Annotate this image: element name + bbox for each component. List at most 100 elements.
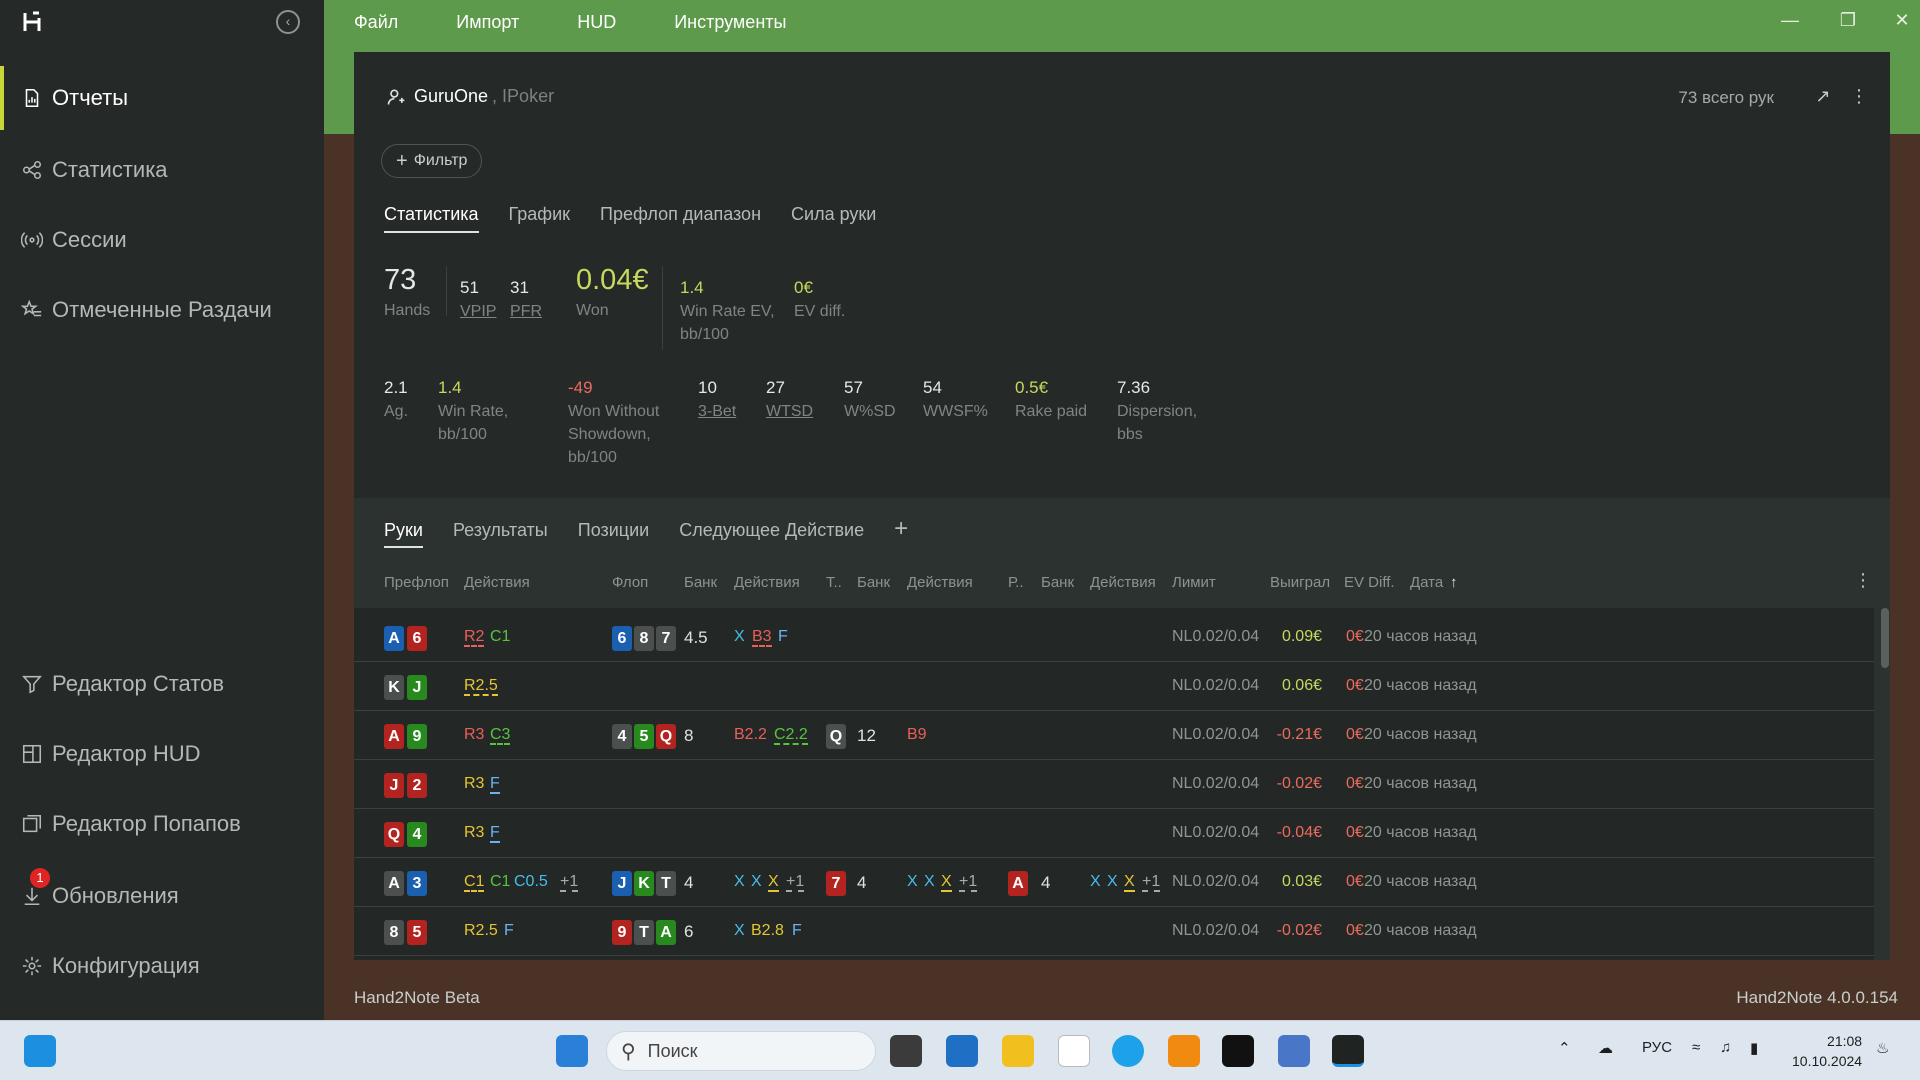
col-actions-river[interactable]: Действия bbox=[1090, 574, 1156, 591]
flop-bank: 6 bbox=[684, 922, 694, 941]
task-view-icon[interactable] bbox=[890, 1035, 922, 1067]
col-actions-turn[interactable]: Действия bbox=[907, 574, 973, 591]
restore-icon[interactable]: ❐ bbox=[1836, 10, 1860, 34]
close-icon[interactable]: ✕ bbox=[1890, 10, 1914, 34]
table-row[interactable]: K J R2.5 NL0.02/0.04 0.06€ 0€ 20 часов н… bbox=[354, 663, 1874, 711]
tab-hand-strength[interactable]: Сила руки bbox=[791, 204, 876, 233]
preflop-action: R3 bbox=[464, 775, 485, 792]
folder-icon[interactable] bbox=[1002, 1035, 1034, 1067]
menu-tools[interactable]: Инструменты bbox=[674, 12, 786, 33]
divider bbox=[662, 266, 663, 350]
river-bank: 4 bbox=[1041, 873, 1051, 892]
col-turn[interactable]: Т.. bbox=[826, 574, 842, 591]
sidebar-item-configuration[interactable]: Конфигурация bbox=[0, 934, 324, 998]
preflop-action: +1 bbox=[560, 873, 579, 892]
hole-card: J bbox=[384, 773, 404, 798]
col-preflop[interactable]: Префлоп bbox=[384, 574, 449, 591]
onedrive-icon[interactable]: ☁ bbox=[1598, 1039, 1613, 1057]
col-limit[interactable]: Лимит bbox=[1172, 574, 1216, 591]
external-link-icon[interactable]: ↗ bbox=[1812, 86, 1834, 108]
battery-icon[interactable]: ▮ bbox=[1750, 1039, 1758, 1057]
sidebar-item-updates[interactable]: 1 Обновления bbox=[0, 864, 324, 928]
col-actions-preflop[interactable]: Действия bbox=[464, 574, 530, 591]
hand-date: 20 часов назад bbox=[1364, 922, 1477, 939]
scrollbar-thumb[interactable] bbox=[1881, 608, 1889, 668]
minimize-icon[interactable]: — bbox=[1778, 10, 1802, 34]
preflop-action: F bbox=[490, 775, 500, 794]
notification-bell-icon[interactable]: ♨ bbox=[1876, 1039, 1889, 1057]
ev-diff: 0€ bbox=[1346, 677, 1364, 694]
stat-vpip[interactable]: 51 VPIP bbox=[460, 278, 496, 323]
player-name[interactable]: GuruOne bbox=[414, 86, 488, 107]
menu-import[interactable]: Импорт bbox=[456, 12, 519, 33]
hand2note-taskbar-icon[interactable] bbox=[1332, 1035, 1364, 1067]
flop-bank: 4.5 bbox=[684, 628, 708, 647]
col-river[interactable]: Р.. bbox=[1008, 574, 1024, 591]
menu-file[interactable]: Файл bbox=[354, 12, 398, 33]
start-icon[interactable] bbox=[556, 1035, 588, 1067]
tab-graph[interactable]: График bbox=[509, 204, 571, 233]
table-row[interactable]: J 2 R3 F NL0.02/0.04 -0.02€ 0€ 20 часов … bbox=[354, 761, 1874, 809]
flop-action: +1 bbox=[786, 873, 805, 892]
menu-hud[interactable]: HUD bbox=[577, 12, 616, 33]
col-ev-diff[interactable]: EV Diff. bbox=[1344, 574, 1395, 591]
add-tab-icon[interactable]: + bbox=[894, 517, 908, 548]
tab-statistics[interactable]: Статистика bbox=[384, 204, 479, 233]
report-panel: GuruOne, IPoker 73 всего рук ↗ ⋮ + Фильтр… bbox=[354, 52, 1890, 960]
columns-menu-icon[interactable]: ⋮ bbox=[1854, 570, 1872, 591]
language-indicator[interactable]: РУС bbox=[1642, 1039, 1672, 1056]
add-filter-button[interactable]: + Фильтр bbox=[381, 144, 483, 178]
skype-icon[interactable] bbox=[1112, 1035, 1144, 1067]
file-icon[interactable] bbox=[1058, 1035, 1090, 1067]
stat-ev-diff: 0€ EV diff. bbox=[794, 278, 846, 320]
sidebar-item-stat-editor[interactable]: Редактор Статов bbox=[0, 652, 324, 716]
sort-ascending-icon[interactable]: ↑ bbox=[1450, 574, 1458, 591]
stat-pfr[interactable]: 31 PFR bbox=[510, 278, 542, 323]
table-row[interactable]: A 9 R3 C3 4 5 Q 8 B2.2 C2.2 Q 12 B9 NL0.… bbox=[354, 712, 1874, 760]
table-row[interactable]: 8 5 R2.5 F 9 T A 6 X B2.8 F NL0.02/0.04 … bbox=[354, 908, 1874, 956]
show-hidden-icon[interactable]: ⌃ bbox=[1558, 1039, 1571, 1057]
clock[interactable]: 21:08 10.10.2024 bbox=[1792, 1031, 1862, 1071]
app-status-left: Hand2Note Beta bbox=[354, 988, 480, 1007]
sidebar-item-hud-editor[interactable]: Редактор HUD bbox=[0, 722, 324, 786]
col-bank-turn[interactable]: Банк bbox=[857, 574, 890, 591]
sidebar-item-marked-hands[interactable]: Отмеченные Раздачи bbox=[0, 278, 324, 342]
flop-action: F bbox=[792, 922, 802, 939]
tab-preflop-range[interactable]: Префлоп диапазон bbox=[600, 204, 761, 233]
stat-wtsd[interactable]: 27 WTSD bbox=[766, 378, 813, 423]
tab-next-action[interactable]: Следующее Действие bbox=[679, 520, 864, 548]
network-app-icon[interactable] bbox=[1278, 1035, 1310, 1067]
table-row[interactable]: Q 4 R3 F NL0.02/0.04 -0.04€ 0€ 20 часов … bbox=[354, 810, 1874, 858]
tab-hands[interactable]: Руки bbox=[384, 520, 423, 548]
taskbar-search[interactable]: ⚲ Поиск bbox=[606, 1031, 876, 1071]
table-scrollbar[interactable] bbox=[1880, 608, 1890, 960]
vlc-icon[interactable] bbox=[1168, 1035, 1200, 1067]
tab-positions[interactable]: Позиции bbox=[578, 520, 649, 548]
sidebar-item-sessions[interactable]: Сессии bbox=[0, 208, 324, 272]
table-row[interactable]: A 6 R2 C1 6 8 7 4.5 X B3 F NL0.02/0.04 0… bbox=[354, 614, 1874, 662]
col-date[interactable]: Дата bbox=[1410, 574, 1443, 591]
user-icon bbox=[387, 89, 405, 105]
sidebar-item-statistics[interactable]: Статистика bbox=[0, 138, 324, 202]
col-bank-flop[interactable]: Банк bbox=[684, 574, 717, 591]
col-actions-flop[interactable]: Действия bbox=[734, 574, 800, 591]
sidebar-item-reports[interactable]: Отчеты bbox=[0, 66, 324, 130]
col-bank-river[interactable]: Банк bbox=[1041, 574, 1074, 591]
flop-card: T bbox=[634, 920, 654, 945]
more-vertical-icon[interactable]: ⋮ bbox=[1848, 86, 1870, 108]
tab-results[interactable]: Результаты bbox=[453, 520, 548, 548]
table-row[interactable]: A 3 C1 C1 C0.5 +1 J K T 4 X X X +1 7 4 X… bbox=[354, 859, 1874, 907]
store-icon[interactable] bbox=[946, 1035, 978, 1067]
collapse-sidebar-icon[interactable]: ‹ bbox=[276, 10, 300, 34]
tablet-mode-icon[interactable] bbox=[24, 1035, 56, 1067]
sidebar-item-popup-editor[interactable]: Редактор Попапов bbox=[0, 792, 324, 856]
flop-card: J bbox=[612, 871, 632, 896]
col-flop[interactable]: Флоп bbox=[612, 574, 648, 591]
broadcast-icon bbox=[20, 228, 44, 252]
col-won[interactable]: Выиграл bbox=[1270, 574, 1330, 591]
wifi-icon[interactable]: ≈ bbox=[1692, 1039, 1700, 1056]
stat-3bet[interactable]: 10 3-Bet bbox=[698, 378, 736, 423]
volume-icon[interactable]: ♫ bbox=[1720, 1039, 1731, 1056]
ableton-live-icon[interactable] bbox=[1222, 1035, 1254, 1067]
preflop-action: R2 bbox=[464, 628, 485, 647]
